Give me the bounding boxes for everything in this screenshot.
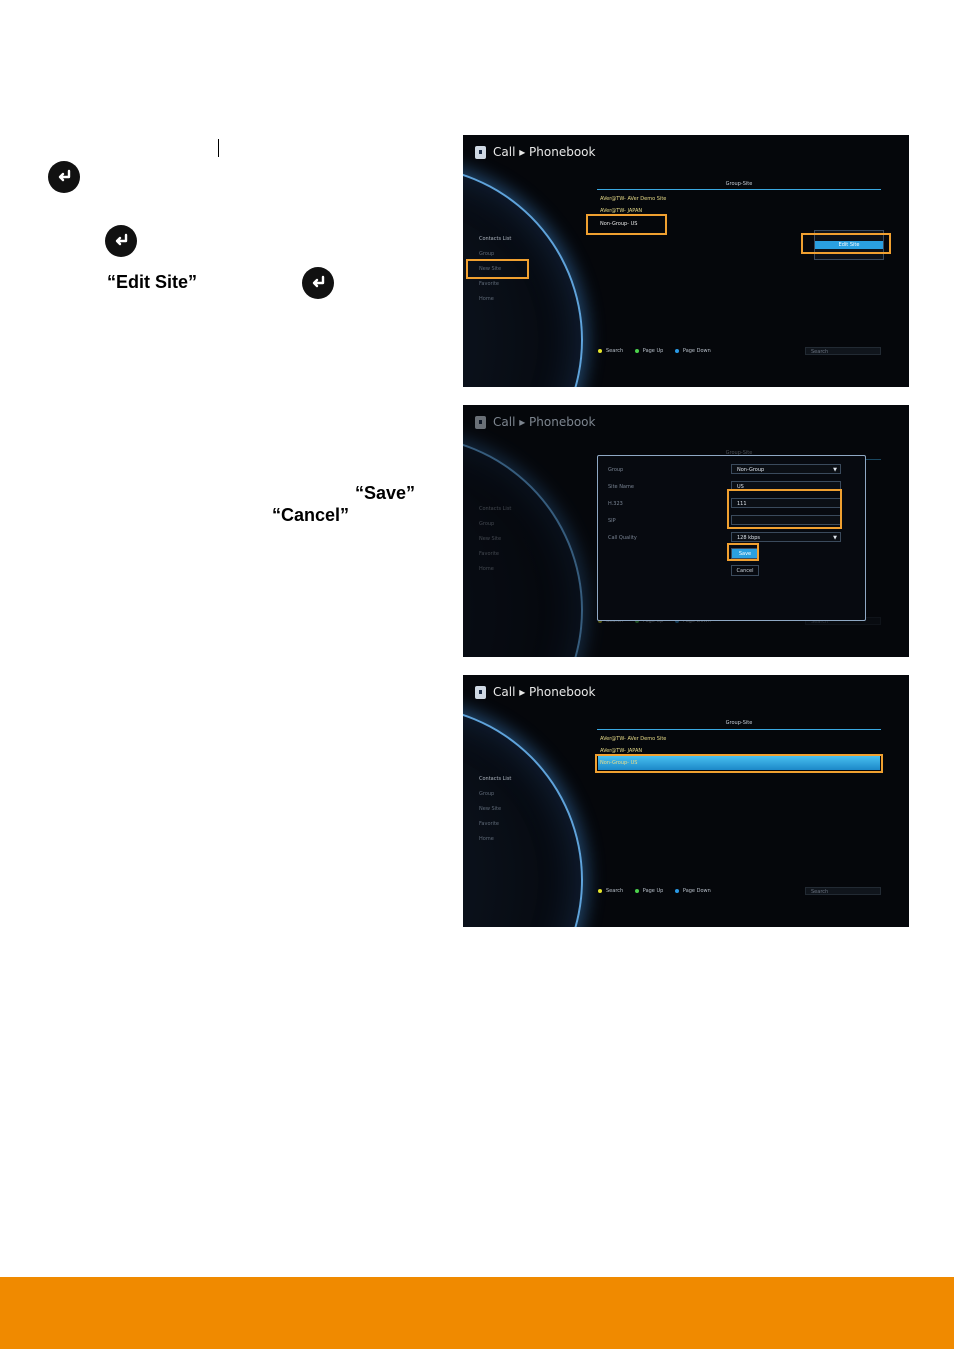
menu-item-contacts-list[interactable]: Contacts List — [479, 232, 511, 247]
save-quote: “Save” — [355, 483, 416, 503]
footer-hints: Search Page Up Page Down — [598, 348, 711, 354]
group-site-header: Group-Site — [725, 720, 753, 726]
page-title: Call ▸ Phonebook — [493, 415, 596, 429]
blue-key-icon — [674, 888, 679, 893]
edit-site-dialog: Group Non-Group ▼ Site Name US H.323 111 … — [597, 455, 866, 621]
hint-page-up: Page Up — [642, 888, 664, 894]
enter-key-icon — [105, 225, 137, 257]
list-item[interactable]: AVer@TW- AVer Demo Site — [600, 196, 666, 202]
hint-page-down: Page Down — [682, 348, 711, 354]
menu-item-new-site[interactable]: New Site — [479, 802, 511, 817]
search-input[interactable]: Search — [805, 887, 881, 895]
group-label: Group — [608, 467, 624, 473]
side-menu: Contacts List Group New Site Favorite Ho… — [479, 772, 511, 847]
footer-hints: Search Page Up Page Down — [598, 888, 711, 894]
menu-item-home[interactable]: Home — [479, 832, 511, 847]
screenshot-edit-site-menu: Call ▸ Phonebook Contacts List Group New… — [463, 135, 909, 387]
page-footer-bar — [0, 1277, 954, 1349]
menu-item-favorite[interactable]: Favorite — [479, 817, 511, 832]
page-title: Call ▸ Phonebook — [493, 685, 596, 699]
hint-page-down: Page Down — [682, 888, 711, 894]
menu-item-group[interactable]: Group — [479, 787, 511, 802]
cancel-quote: “Cancel” — [272, 505, 350, 525]
edit-site-quote: “Edit Site” — [107, 272, 198, 292]
blue-key-icon — [674, 348, 679, 353]
phonebook-icon — [475, 416, 486, 429]
screenshot-updated-list: Call ▸ Phonebook Contacts List Group New… — [463, 675, 909, 927]
highlight-updated-row — [595, 754, 883, 773]
green-key-icon — [634, 888, 639, 893]
menu-item-favorite[interactable]: Favorite — [479, 277, 511, 292]
enter-key-icon — [48, 161, 80, 193]
list-item[interactable]: AVer@TW- AVer Demo Site — [600, 736, 666, 742]
h323-label: H.323 — [608, 501, 623, 507]
menu-item-contacts-list[interactable]: Contacts List — [479, 772, 511, 787]
hint-search: Search — [606, 348, 624, 354]
cancel-button[interactable]: Cancel — [731, 565, 759, 576]
header-divider — [597, 189, 881, 190]
screenshot-edit-dialog: Call ▸ Phonebook Contacts List Group New… — [463, 405, 909, 657]
sip-label: SIP — [608, 518, 616, 524]
highlight-edit-site — [801, 233, 891, 254]
page-title: Call ▸ Phonebook — [493, 145, 596, 159]
green-key-icon — [634, 348, 639, 353]
highlight-save — [727, 543, 759, 561]
menu-item-favorite: Favorite — [479, 551, 499, 557]
menu-item-contacts-list: Contacts List — [479, 506, 512, 512]
call-quality-label: Call Quality — [608, 535, 637, 541]
group-select[interactable]: Non-Group ▼ — [731, 464, 841, 474]
hint-page-up: Page Up — [642, 348, 664, 354]
menu-item-home[interactable]: Home — [479, 292, 511, 307]
group-site-header: Group-Site — [725, 181, 753, 187]
dropdown-arrow-icon: ▼ — [833, 535, 837, 541]
phonebook-icon — [475, 686, 486, 699]
text-cursor-bar — [218, 139, 219, 157]
highlight-new-site — [466, 259, 529, 279]
search-input[interactable]: Search — [805, 347, 881, 355]
enter-key-icon — [302, 267, 334, 299]
side-menu: Contacts List Group New Site Favorite Ho… — [479, 502, 511, 577]
menu-item-group: Group — [479, 521, 495, 527]
highlight-h323-sip — [727, 489, 842, 529]
call-quality-select[interactable]: 128 kbps ▼ — [731, 532, 841, 542]
yellow-key-icon — [598, 348, 602, 353]
header-divider — [597, 729, 881, 730]
dropdown-arrow-icon: ▼ — [833, 467, 837, 473]
menu-item-home: Home — [479, 566, 494, 572]
menu-item-new-site: New Site — [479, 536, 502, 542]
site-name-label: Site Name — [608, 484, 634, 490]
hint-search: Search — [606, 888, 624, 894]
highlight-non-group-us — [586, 214, 667, 235]
phonebook-icon — [475, 146, 486, 159]
yellow-key-icon — [598, 888, 602, 893]
